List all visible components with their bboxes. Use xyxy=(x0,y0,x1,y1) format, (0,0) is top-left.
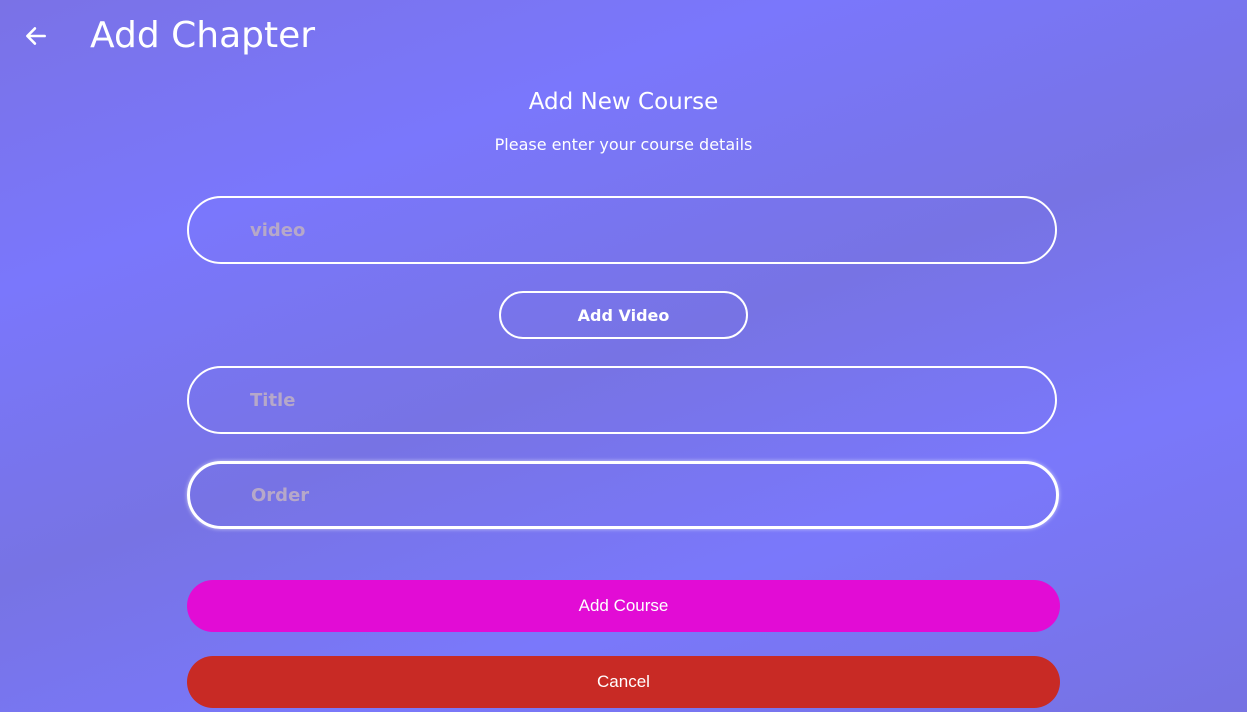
add-video-button[interactable]: Add Video xyxy=(499,291,748,339)
app-header: Add Chapter xyxy=(0,0,1247,76)
form-title: Add New Course xyxy=(528,89,719,115)
cancel-button[interactable]: Cancel xyxy=(187,656,1060,708)
back-button[interactable] xyxy=(20,20,52,52)
order-input[interactable] xyxy=(187,461,1059,529)
video-input[interactable] xyxy=(187,196,1057,264)
form-subtitle: Please enter your course details xyxy=(494,135,753,154)
add-course-button[interactable]: Add Course xyxy=(187,580,1060,632)
page-title: Add Chapter xyxy=(90,15,316,56)
arrow-left-icon xyxy=(26,27,46,45)
title-input[interactable] xyxy=(187,366,1057,434)
